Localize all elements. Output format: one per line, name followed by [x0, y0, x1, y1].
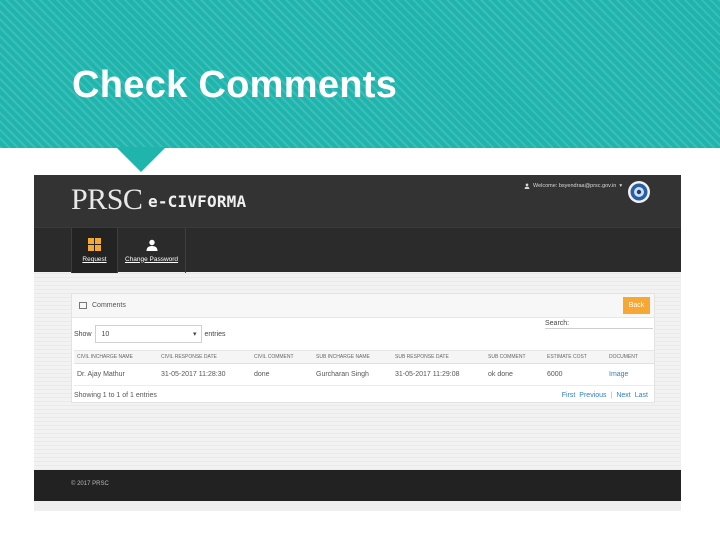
top-bar: PRSC e-CIVFORMA Welcome: bsyendraa@prsc.… — [34, 175, 681, 227]
table-row: Dr. Ajay Mathur 31-05-2017 11:28:30 done… — [74, 364, 654, 386]
show-label: Show — [74, 330, 92, 338]
header-pointer — [116, 147, 166, 172]
app-screenshot: PRSC e-CIVFORMA Welcome: bsyendraa@prsc.… — [34, 175, 681, 511]
user-icon — [524, 183, 530, 189]
column-header[interactable]: CIVIL RESPONSE DATE — [161, 354, 217, 360]
search-label: Search: — [545, 320, 570, 327]
pager-first[interactable]: First — [562, 392, 576, 399]
chevron-down-icon: ▾ — [619, 183, 623, 189]
column-header[interactable]: SUB RESPONSE DATE — [395, 354, 449, 360]
emblem-icon — [628, 181, 650, 203]
search-input[interactable] — [545, 328, 653, 329]
pagination: First Previous | Next Last — [561, 392, 648, 399]
table-footer: Showing 1 to 1 of 1 entries First Previo… — [74, 392, 654, 402]
comments-panel: Comments Back Show 10 ▾ entries Search: … — [71, 293, 655, 403]
welcome-menu[interactable]: Welcome: bsyendraa@prsc.gov.in ▾ — [524, 183, 622, 189]
column-header[interactable]: CIVIL COMMENT — [254, 354, 294, 360]
show-entries: Show 10 ▾ entries — [74, 325, 226, 343]
entries-label: entries — [204, 330, 226, 338]
column-header[interactable]: DOCUMENT — [609, 354, 638, 360]
table-header: CIVIL INCHARGE NAME CIVIL RESPONSE DATE … — [74, 350, 654, 364]
grid-icon — [88, 238, 101, 251]
table-cell: done — [254, 371, 270, 378]
column-header[interactable]: CIVIL INCHARGE NAME — [77, 354, 133, 360]
user-icon — [146, 239, 157, 251]
pager-previous[interactable]: Previous — [579, 392, 606, 399]
panel-header: Comments Back — [72, 294, 654, 318]
table-info: Showing 1 to 1 of 1 entries — [74, 392, 157, 399]
table-cell: Gurcharan Singh — [316, 371, 369, 378]
nav-bar: Request Change Password — [34, 227, 681, 273]
nav-item-label: Change Password — [124, 255, 179, 263]
table-cell: 31-05-2017 11:28:30 — [161, 371, 226, 378]
slide-header: Check Comments — [0, 0, 720, 148]
table-cell: 31-05-2017 11:29:08 — [395, 371, 460, 378]
entries-select[interactable]: 10 ▾ — [94, 325, 202, 343]
table-cell: ok done — [488, 371, 513, 378]
pager-last[interactable]: Last — [635, 392, 648, 399]
pager-next[interactable]: Next — [616, 392, 630, 399]
table-cell: Dr. Ajay Mathur — [77, 371, 125, 378]
column-header[interactable]: ESTIMATE COST — [547, 354, 587, 360]
document-link[interactable]: Image — [609, 371, 628, 378]
welcome-text: Welcome: bsyendraa@prsc.gov.in — [533, 183, 617, 189]
footer-bar: © 2017 PRSC — [34, 470, 681, 501]
nav-item-label: Request — [82, 256, 107, 263]
back-button[interactable]: Back — [623, 297, 650, 314]
column-header[interactable]: SUB INCHARGE NAME — [316, 354, 370, 360]
entries-value: 10 — [101, 330, 110, 338]
chevron-down-icon: ▾ — [193, 331, 197, 338]
copyright: © 2017 PRSC — [71, 481, 109, 487]
list-icon — [79, 302, 87, 309]
panel-title: Comments — [92, 302, 126, 309]
logo-ecivforma: e-CIVFORMA — [148, 192, 247, 211]
logo-prsc: PRSC — [71, 183, 143, 216]
nav-item-change-password[interactable]: Change Password — [118, 228, 186, 273]
column-header[interactable]: SUB COMMENT — [488, 354, 526, 360]
table-cell: 6000 — [547, 371, 563, 378]
nav-item-request[interactable]: Request — [71, 228, 118, 273]
slide-title: Check Comments — [72, 64, 398, 106]
